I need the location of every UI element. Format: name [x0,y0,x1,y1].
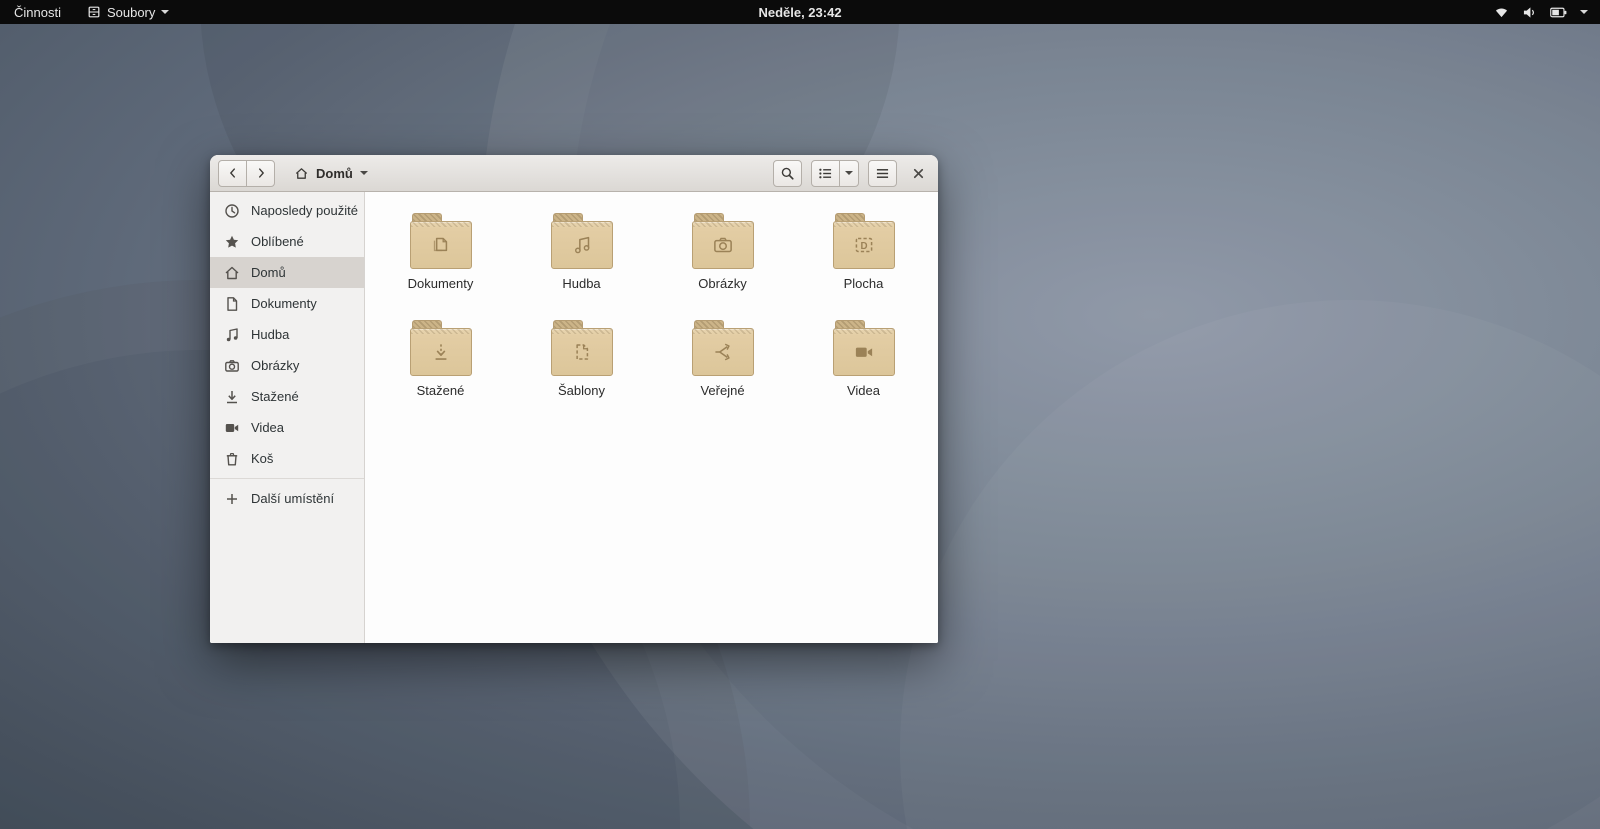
plus-icon [224,491,240,507]
music-emblem-icon [569,232,595,258]
trash-icon [224,451,240,467]
sidebar-label: Stažené [251,389,299,404]
sidebar-item-starred[interactable]: Oblíbené [210,226,364,257]
clock-button[interactable]: Neděle, 23:42 [758,5,841,20]
download-icon [224,389,240,405]
system-status-area[interactable] [1494,6,1600,19]
sidebar-label: Domů [251,265,286,280]
downloads-emblem-icon [428,339,454,365]
wallpaper-ring [900,300,1600,829]
camera-icon [224,358,240,374]
file-grid: Dokumenty Hudba Obrázky D Plocha Stažené… [365,192,938,643]
search-button[interactable] [773,159,802,187]
folder-label: Veřejné [700,383,745,398]
folder-label: Plocha [843,276,884,291]
document-icon [224,296,240,312]
folder-label: Stažené [416,383,465,398]
home-icon [294,166,309,181]
folder-videos[interactable]: Videa [793,315,934,422]
app-menu-button[interactable]: Soubory [83,0,173,24]
public-share-emblem-icon [710,339,736,365]
folder-icon [550,315,613,381]
view-options-dropdown-button[interactable] [839,159,859,187]
folder-icon [691,208,754,274]
files-window: Domů Naposledy použité Oblíbené Domů Dok… [210,155,938,643]
back-button[interactable] [218,159,247,187]
sidebar-item-documents[interactable]: Dokumenty [210,288,364,319]
documents-emblem-icon [428,232,454,258]
app-menu-label: Soubory [106,4,156,20]
sidebar-item-music[interactable]: Hudba [210,319,364,350]
folder-label: Videa [846,383,880,398]
recent-icon [224,203,240,219]
sidebar-label: Obrázky [251,358,300,373]
path-bar-home-button[interactable]: Domů [285,160,377,187]
folder-label: Šablony [558,383,605,398]
sidebar-item-other-locations[interactable]: Další umístění [210,483,364,514]
view-switcher [811,159,859,187]
volume-icon [1522,6,1537,19]
forward-button[interactable] [246,159,275,187]
videos-emblem-icon [851,339,877,365]
chevron-down-icon [161,10,170,14]
templates-emblem-icon [569,339,595,365]
folder-icon [409,315,472,381]
sidebar-item-downloads[interactable]: Stažené [210,381,364,412]
sidebar-label: Oblíbené [251,234,304,249]
desktop-emblem-icon: D [851,232,877,258]
sidebar-label: Naposledy použité [251,203,358,218]
folder-icon [550,208,613,274]
battery-icon [1550,7,1567,18]
places-sidebar: Naposledy použité Oblíbené Domů Dokument… [210,192,365,643]
folder-icon [691,315,754,381]
chevron-down-icon [845,171,853,175]
sidebar-separator [210,478,364,479]
activities-button[interactable]: Činnosti [10,0,65,24]
hamburger-menu-button[interactable] [868,159,897,187]
folder-documents[interactable]: Dokumenty [370,208,511,315]
navigation-buttons [218,159,275,187]
network-icon [1494,6,1509,19]
home-icon [224,265,240,281]
folder-label: Hudba [562,276,601,291]
sidebar-item-videos[interactable]: Videa [210,412,364,443]
star-icon [224,234,240,250]
folder-music[interactable]: Hudba [511,208,652,315]
path-bar-label: Domů [316,165,353,181]
folder-public[interactable]: Veřejné [652,315,793,422]
files-app-icon [87,5,101,19]
sidebar-label: Další umístění [251,491,335,506]
top-bar: Činnosti Soubory Neděle, 23:42 [0,0,1600,24]
folder-icon: D [832,208,895,274]
header-bar: Domů [210,155,938,192]
sidebar-item-trash[interactable]: Koš [210,443,364,474]
activities-label: Činnosti [14,4,61,20]
camera-emblem-icon [710,232,736,258]
sidebar-label: Videa [251,420,285,435]
video-icon [224,420,240,436]
sidebar-item-home[interactable]: Domů [210,257,364,288]
close-button[interactable] [906,160,930,187]
folder-pictures[interactable]: Obrázky [652,208,793,315]
folder-label: Dokumenty [407,276,474,291]
chevron-down-icon [1580,10,1588,14]
folder-label: Obrázky [698,276,747,291]
folder-icon [409,208,472,274]
music-icon [224,327,240,343]
sidebar-item-pictures[interactable]: Obrázky [210,350,364,381]
folder-desktop[interactable]: D Plocha [793,208,934,315]
chevron-down-icon [359,171,368,175]
sidebar-item-recent[interactable]: Naposledy použité [210,195,364,226]
sidebar-label: Koš [251,451,274,466]
sidebar-label: Hudba [251,327,290,342]
folder-icon [832,315,895,381]
svg-text:D: D [860,241,867,252]
folder-templates[interactable]: Šablony [511,315,652,422]
sidebar-label: Dokumenty [251,296,317,311]
folder-downloads[interactable]: Stažené [370,315,511,422]
view-list-button[interactable] [811,159,840,187]
